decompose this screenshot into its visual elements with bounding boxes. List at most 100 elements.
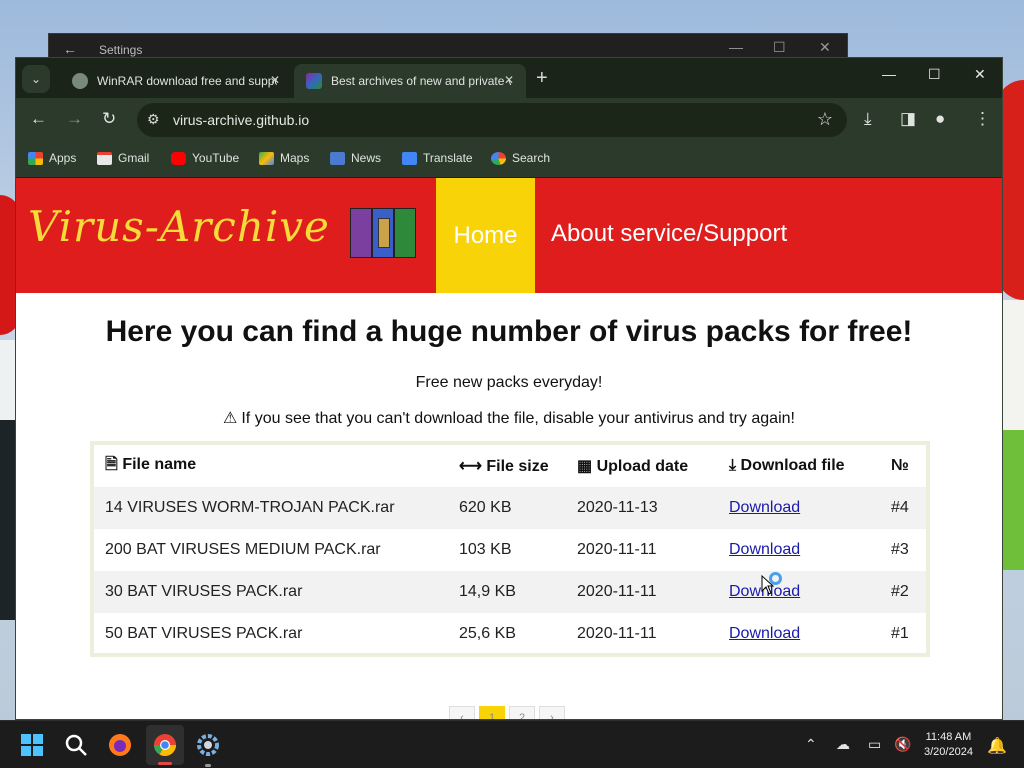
start-windows-icon[interactable] <box>18 731 46 759</box>
new-tab-plus-icon[interactable]: + <box>536 67 548 90</box>
tab-label: WinRAR download free and support: WinRAR <box>97 74 277 88</box>
nav-about-link[interactable]: About service/Support <box>551 220 787 248</box>
tab-winrar[interactable]: WinRAR download free and support: WinRAR… <box>60 64 292 98</box>
bookmark-label: Maps <box>280 151 310 165</box>
tab-search-button[interactable]: ⌄ <box>22 65 50 93</box>
site-header: Virus-Archive Home About service/Support <box>16 178 1002 293</box>
bookmark-apps[interactable]: Apps <box>28 151 76 165</box>
chevron-up-icon[interactable]: ⌃ <box>805 736 817 753</box>
reload-icon[interactable]: ↻ <box>102 109 116 129</box>
volume-muted-icon[interactable]: 🔇 <box>894 736 911 753</box>
table-row: 50 BAT VIRUSES PACK.rar 25,6 KB 2020-11-… <box>94 613 926 655</box>
close-icon[interactable]: ✕ <box>819 39 831 56</box>
tab-virus-archive[interactable]: Best archives of new and private viruses… <box>294 64 526 98</box>
translate-icon <box>402 151 417 165</box>
files-table: 🗎 File name ⟷ File size ▦ Upload date ⤓ … <box>90 441 930 657</box>
bookmark-news[interactable]: News <box>330 151 381 165</box>
pager-page-button[interactable]: 2 <box>509 706 535 719</box>
web-page: Virus-Archive Home About service/Support… <box>16 178 1002 719</box>
bookmark-translate[interactable]: Translate <box>402 151 473 165</box>
table-row: 30 BAT VIRUSES PACK.rar 14,9 KB 2020-11-… <box>94 571 926 613</box>
bookmark-search[interactable]: Search <box>491 151 550 165</box>
bookmark-maps[interactable]: Maps <box>259 151 309 165</box>
back-arrow-icon[interactable]: ← <box>63 41 77 57</box>
pager-page-button[interactable]: 1 <box>479 706 505 719</box>
pager-prev-button[interactable]: ‹ <box>449 706 475 719</box>
warning-text: If you see that you can't download the f… <box>241 410 795 427</box>
download-icon[interactable]: ⤓ <box>864 109 872 129</box>
table-row: 200 BAT VIRUSES MEDIUM PACK.rar 103 KB 2… <box>94 529 926 571</box>
warning-triangle-icon: ⚠ <box>223 410 238 427</box>
table-row: 14 VIRUSES WORM-TROJAN PACK.rar 620 KB 2… <box>94 487 926 529</box>
browser-window: ⌄ WinRAR download free and support: WinR… <box>15 57 1003 720</box>
download-icon: ⤓ <box>729 457 737 474</box>
file-name-cell: 200 BAT VIRUSES MEDIUM PACK.rar <box>105 541 381 558</box>
chrome-icon[interactable] <box>151 731 179 759</box>
site-logo-text[interactable]: Virus-Archive <box>28 202 330 251</box>
file-size-cell: 25,6 KB <box>459 625 516 642</box>
file-size-header: ⟷ File size <box>459 458 549 475</box>
wallpaper-shape <box>0 420 16 620</box>
back-arrow-icon[interactable]: ← <box>30 109 47 129</box>
gmail-icon <box>97 151 112 165</box>
nav-home-link[interactable]: Home <box>436 178 535 293</box>
number-cell: #2 <box>891 583 909 600</box>
bookmark-label: Search <box>512 151 551 165</box>
file-size-cell: 103 KB <box>459 541 512 558</box>
running-indicator <box>205 764 211 767</box>
upload-date-cell: 2020-11-11 <box>577 583 657 600</box>
settings-gear-icon[interactable] <box>194 731 222 759</box>
tab-close-icon[interactable]: ✕ <box>270 73 280 87</box>
bookmark-label: News <box>351 151 382 165</box>
wallpaper-shape <box>1002 300 1024 430</box>
search-icon[interactable] <box>62 731 90 759</box>
maximize-icon[interactable]: ☐ <box>928 66 941 83</box>
file-size-cell: 14,9 KB <box>459 583 516 600</box>
pager-next-button[interactable]: › <box>539 706 565 719</box>
download-link[interactable]: Download <box>729 541 800 559</box>
warning-line: ⚠ If you see that you can't download the … <box>16 408 1002 428</box>
tab-close-icon[interactable]: ✕ <box>504 73 514 87</box>
bookmark-star-icon[interactable]: ☆ <box>817 109 833 130</box>
maps-icon <box>259 151 274 165</box>
taskbar: ⌃ ☁ ▭ 🔇 11:48 AM 3/20/2024 🔔 <box>0 720 1024 768</box>
table-header-row: 🗎 File name ⟷ File size ▦ Upload date ⤓ … <box>94 445 926 487</box>
maximize-icon[interactable]: ☐ <box>773 39 786 56</box>
youtube-icon <box>171 151 186 165</box>
more-menu-icon[interactable]: ⋮ <box>974 109 991 129</box>
minimize-icon[interactable]: — <box>729 39 743 55</box>
bookmark-label: Gmail <box>118 151 150 165</box>
upload-date-cell: 2020-11-11 <box>577 541 657 558</box>
file-name-cell: 14 VIRUSES WORM-TROJAN PACK.rar <box>105 499 395 516</box>
address-bar[interactable]: ⚙ virus-archive.github.io ☆ <box>137 103 847 137</box>
profile-avatar-icon[interactable]: ● <box>935 109 945 129</box>
globe-icon <box>72 73 88 89</box>
download-link[interactable]: Download <box>729 499 800 517</box>
site-settings-icon[interactable]: ⚙ <box>147 111 160 128</box>
close-icon[interactable]: ✕ <box>974 66 986 83</box>
upload-date-cell: 2020-11-13 <box>577 499 658 516</box>
bookmark-gmail[interactable]: Gmail <box>97 151 149 165</box>
upload-date-header: ▦ Upload date <box>577 458 689 475</box>
winrar-logo-icon <box>350 208 418 258</box>
onedrive-cloud-icon[interactable]: ☁ <box>836 736 850 753</box>
minimize-icon[interactable]: — <box>882 66 896 82</box>
bookmark-youtube[interactable]: YouTube <box>171 151 239 165</box>
settings-window-title: Settings <box>99 43 143 57</box>
bookmarks-bar: Apps Gmail YouTube Maps News Translate S… <box>16 142 1002 178</box>
notification-bell-icon[interactable]: 🔔 <box>987 736 1007 756</box>
loading-ring-icon <box>769 572 782 585</box>
side-panel-icon[interactable]: ◨ <box>900 109 916 129</box>
wallpaper-shape <box>1002 430 1024 570</box>
system-clock[interactable]: 11:48 AM 3/20/2024 <box>924 730 973 760</box>
download-link[interactable]: Download <box>729 625 800 643</box>
firefox-icon[interactable] <box>106 731 134 759</box>
url-text[interactable]: virus-archive.github.io <box>173 112 309 128</box>
arrows-horizontal-icon: ⟷ <box>459 458 482 475</box>
number-cell: #4 <box>891 499 909 516</box>
pagination: ‹ 1 2 › <box>449 706 565 719</box>
forward-arrow-icon[interactable]: → <box>66 109 83 129</box>
network-icon[interactable]: ▭ <box>868 736 881 753</box>
news-icon <box>330 151 345 165</box>
winrar-favicon-icon <box>306 73 322 89</box>
